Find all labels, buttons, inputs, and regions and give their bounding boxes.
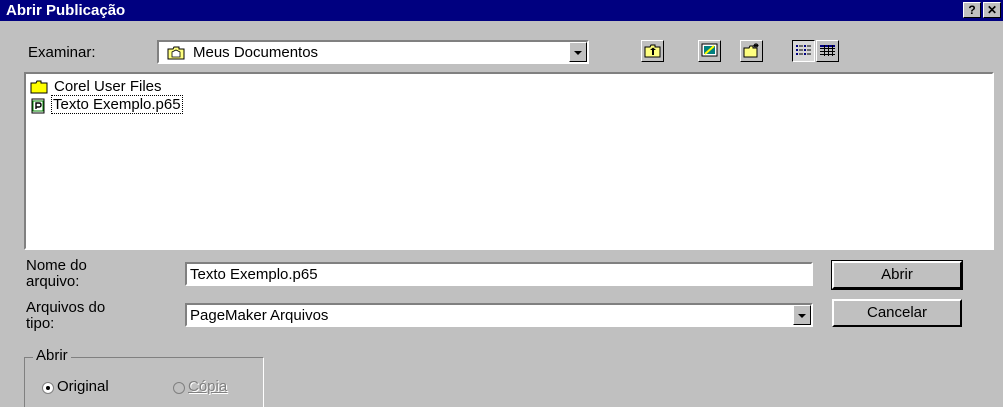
help-button[interactable]: ? (963, 2, 981, 18)
copy-radio[interactable] (173, 382, 185, 394)
open-publication-dialog: Abrir Publicação ? ✕ Examinar: Meus Docu… (0, 0, 1003, 407)
look-in-label: Examinar: (28, 44, 96, 61)
list-item-name: Texto Exemplo.p65 (51, 95, 183, 114)
filename-input[interactable]: Texto Exemplo.p65 (185, 262, 813, 286)
open-mode-legend: Abrir (33, 347, 71, 364)
cancel-button[interactable]: Cancelar (832, 299, 962, 327)
filename-label: Nome do arquivo: (26, 257, 87, 290)
my-documents-folder-icon (167, 45, 185, 64)
look-in-combobox[interactable]: Meus Documentos (157, 40, 589, 64)
new-folder-icon (743, 43, 760, 62)
desktop-button[interactable] (698, 40, 721, 62)
details-view-button[interactable] (816, 40, 839, 62)
filename-value: Texto Exemplo.p65 (190, 266, 318, 283)
filetype-dropdown-button[interactable] (793, 305, 811, 325)
folder-up-icon (644, 43, 661, 62)
chevron-down-icon (798, 314, 806, 318)
file-list[interactable]: Corel User Files Texto Exemplo.p65 (24, 72, 994, 250)
filetype-label: Arquivos do tipo: (26, 299, 106, 332)
title-bar[interactable]: Abrir Publicação ? ✕ (0, 0, 1003, 21)
open-button[interactable]: Abrir (831, 260, 963, 290)
pagemaker-file-icon (30, 98, 48, 118)
list-item-name: Corel User Files (54, 78, 162, 95)
up-one-level-button[interactable] (641, 40, 664, 62)
window-title: Abrir Publicação (6, 2, 126, 19)
filetype-value: PageMaker Arquivos (190, 307, 329, 324)
chevron-down-icon (574, 51, 582, 55)
copy-radio-label[interactable]: Cópia (188, 378, 227, 395)
list-view-button[interactable] (792, 40, 815, 62)
folder-icon (30, 80, 48, 98)
look-in-value: Meus Documentos (193, 44, 319, 61)
look-in-dropdown-button[interactable] (569, 42, 587, 62)
original-radio-label[interactable]: Original (57, 378, 109, 395)
list-view-icon (795, 44, 812, 62)
close-icon: ✕ (986, 3, 998, 17)
close-button[interactable]: ✕ (983, 2, 1001, 18)
details-view-icon (819, 44, 836, 62)
filetype-combobox[interactable]: PageMaker Arquivos (185, 303, 813, 327)
desktop-icon (701, 43, 718, 62)
help-icon: ? (968, 3, 976, 17)
create-new-folder-button[interactable] (740, 40, 763, 62)
original-radio[interactable] (42, 382, 54, 394)
